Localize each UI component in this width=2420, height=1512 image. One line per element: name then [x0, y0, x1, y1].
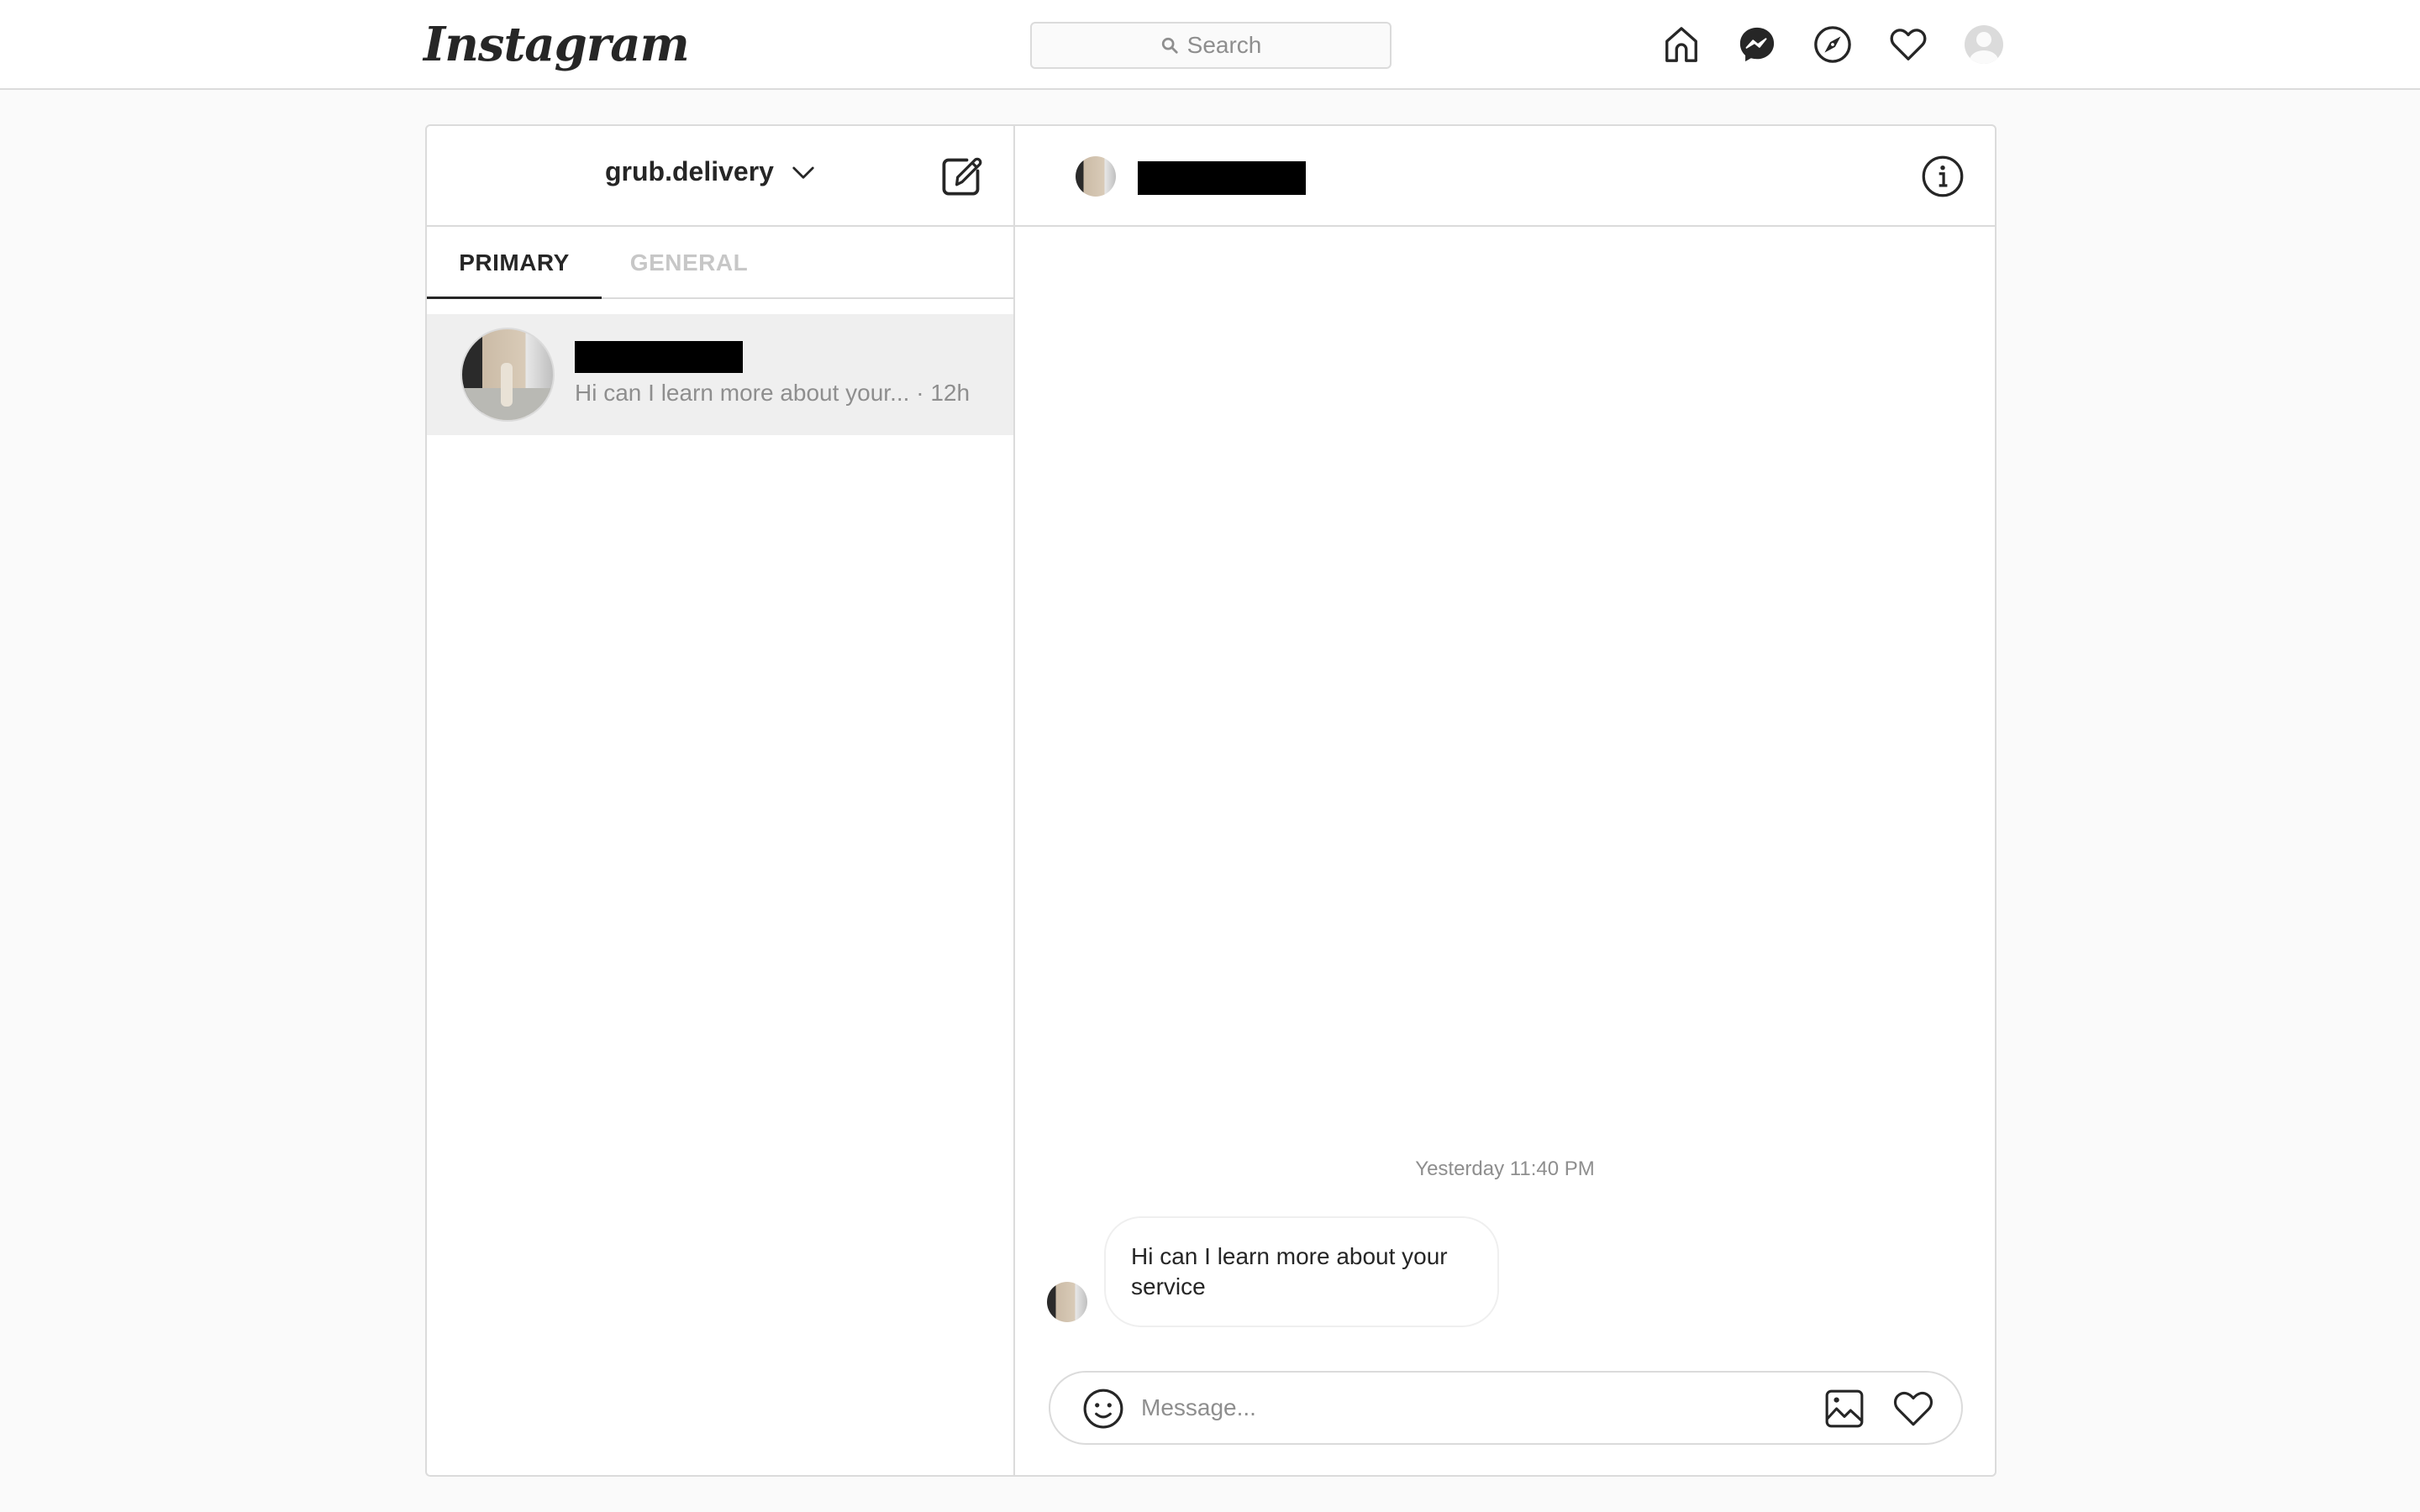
thread-username-redacted: [575, 341, 743, 373]
avatar-placeholder-body: [1970, 50, 1998, 64]
image-icon: [1825, 1389, 1864, 1428]
thread-item[interactable]: Hi can I learn more about your... · 12h: [427, 314, 1013, 435]
chevron-down-icon: [792, 166, 814, 179]
search-icon: [1161, 37, 1178, 54]
messenger-icon: [1739, 27, 1775, 62]
conversation-header: [1015, 126, 1995, 227]
thread-preview: Hi can I learn more about your... · 12h: [575, 380, 970, 407]
account-name: grub.delivery: [605, 156, 774, 186]
home-button[interactable]: [1662, 25, 1701, 64]
direct-inbox-panel: grub.delivery PRIMARY GENERAL Hi can I l…: [425, 124, 1996, 1477]
nav-icons: [1662, 25, 2003, 64]
conversation-info-button[interactable]: [1921, 155, 1965, 198]
profile-avatar[interactable]: [1965, 25, 2003, 64]
account-switcher[interactable]: grub.delivery: [605, 156, 816, 187]
conversation-column: Yesterday 11:40 PM Hi can I learn more a…: [1015, 126, 1995, 1475]
avatar-placeholder-head: [1976, 32, 1991, 47]
thread-separator: ·: [916, 380, 924, 406]
info-icon: [1922, 155, 1964, 197]
thread-preview-text: Hi can I learn more about your...: [575, 380, 910, 406]
home-icon: [1665, 27, 1697, 62]
inbox-tabs: PRIMARY GENERAL: [427, 227, 1013, 299]
compass-icon: [1814, 26, 1851, 63]
heart-icon: [1893, 1391, 1933, 1426]
emoji-button[interactable]: [1082, 1388, 1124, 1430]
emoji-icon: [1083, 1389, 1123, 1429]
instagram-logo[interactable]: Instagram: [424, 15, 690, 74]
tab-primary[interactable]: PRIMARY: [427, 227, 602, 299]
search-placeholder: Search: [1186, 32, 1262, 58]
like-button[interactable]: [1892, 1388, 1934, 1430]
thread-time: 12h: [930, 380, 971, 406]
compose-icon: [942, 157, 982, 196]
tab-general[interactable]: GENERAL: [602, 227, 776, 299]
thread-avatar: [460, 328, 555, 422]
thread-list-column: grub.delivery PRIMARY GENERAL Hi can I l…: [427, 126, 1015, 1475]
conversation-username-redacted[interactable]: [1138, 161, 1306, 195]
inbox-header: grub.delivery: [427, 126, 1013, 227]
top-nav: Instagram Search: [0, 0, 2420, 90]
explore-button[interactable]: [1813, 25, 1852, 64]
activity-button[interactable]: [1889, 25, 1928, 64]
message-timestamp: Yesterday 11:40 PM: [1415, 1158, 1595, 1180]
avatar-photo-person: [501, 363, 513, 407]
message-sender-avatar[interactable]: [1047, 1282, 1087, 1322]
message-composer: [1049, 1371, 1963, 1445]
new-message-button[interactable]: [939, 155, 983, 198]
search-input[interactable]: Search: [1030, 22, 1392, 69]
message-input[interactable]: [1141, 1384, 1813, 1431]
message-bubble[interactable]: Hi can I learn more about your service: [1104, 1216, 1499, 1327]
add-photo-button[interactable]: [1823, 1388, 1865, 1430]
messenger-button[interactable]: [1738, 25, 1776, 64]
heart-icon: [1890, 29, 1927, 60]
conversation-avatar[interactable]: [1076, 156, 1116, 197]
thread-list: Hi can I learn more about your... · 12h: [427, 314, 1013, 435]
